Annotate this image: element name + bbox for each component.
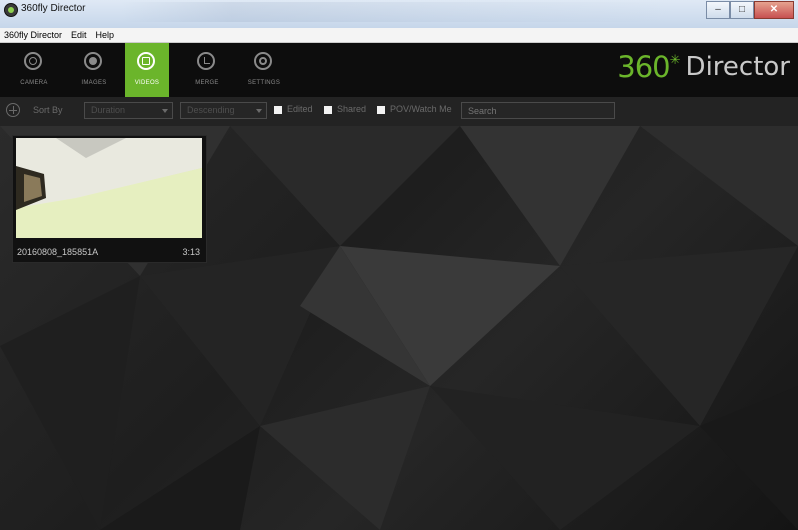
nav-videos-label: VIDEOS	[134, 80, 160, 86]
merge-icon	[197, 52, 215, 70]
menu-app[interactable]: 360fly Director	[4, 30, 62, 40]
edited-checkbox[interactable]	[274, 106, 282, 114]
window-title: 360fly Director	[21, 3, 86, 14]
sort-field-select[interactable]: Duration	[84, 102, 173, 119]
nav-camera[interactable]: CAMERA	[12, 43, 56, 97]
sort-order-select[interactable]: Descending	[180, 102, 267, 119]
nav-merge[interactable]: MERGE	[185, 43, 229, 97]
video-tile[interactable]: 20160808_185851A 3:13	[12, 135, 207, 263]
chevron-down-icon	[256, 109, 262, 113]
nav-videos[interactable]: VIDEOS	[125, 43, 169, 97]
brand-word: Director	[685, 52, 790, 82]
nav-settings[interactable]: SETTINGS	[242, 43, 286, 97]
video-duration: 3:13	[182, 247, 200, 257]
maximize-icon[interactable]: □	[730, 1, 754, 19]
app-logo-icon	[4, 3, 18, 17]
images-icon	[84, 52, 102, 70]
video-name: 20160808_185851A	[17, 247, 99, 257]
fly-star-icon: ✳	[669, 52, 681, 67]
video-library: 20160808_185851A 3:13	[0, 126, 798, 530]
nav-merge-label: MERGE	[195, 80, 219, 86]
menu-help[interactable]: Help	[96, 30, 115, 40]
shared-label: Shared	[337, 104, 367, 114]
thumbnail-image	[16, 138, 202, 238]
minimize-icon[interactable]: –	[706, 1, 730, 19]
nav-settings-label: SETTINGS	[247, 80, 281, 86]
shared-checkbox[interactable]	[324, 106, 332, 114]
filter-toolbar: Sort By Duration Descending Edited Share…	[0, 97, 798, 126]
search-input[interactable]	[461, 102, 615, 119]
sort-field-value: Duration	[91, 105, 126, 115]
nav-images-label: IMAGES	[81, 80, 107, 86]
sort-order-value: Descending	[187, 105, 235, 115]
edited-label: Edited	[287, 104, 313, 114]
close-icon[interactable]: ✕	[754, 1, 794, 19]
pov-watch-me-label: POV/Watch Me	[390, 104, 452, 114]
window-title-bar: 360fly Director – □ ✕	[0, 0, 798, 29]
nav-camera-label: CAMERA	[20, 80, 48, 86]
brand-number: 360	[617, 50, 670, 84]
title-bar-background	[120, 2, 680, 22]
chevron-down-icon	[162, 109, 168, 113]
videos-icon	[137, 52, 155, 70]
menu-bar: 360fly Director Edit Help	[0, 28, 798, 43]
menu-edit[interactable]: Edit	[71, 30, 87, 40]
add-icon[interactable]	[6, 103, 20, 117]
nav-images[interactable]: IMAGES	[72, 43, 116, 97]
brand-logo: 360 ✳ Director	[617, 52, 790, 82]
camera-icon	[24, 52, 42, 70]
pov-watch-me-checkbox[interactable]	[377, 106, 385, 114]
sort-by-label: Sort By	[33, 105, 63, 115]
video-thumbnail	[16, 138, 202, 238]
settings-icon	[254, 52, 272, 70]
